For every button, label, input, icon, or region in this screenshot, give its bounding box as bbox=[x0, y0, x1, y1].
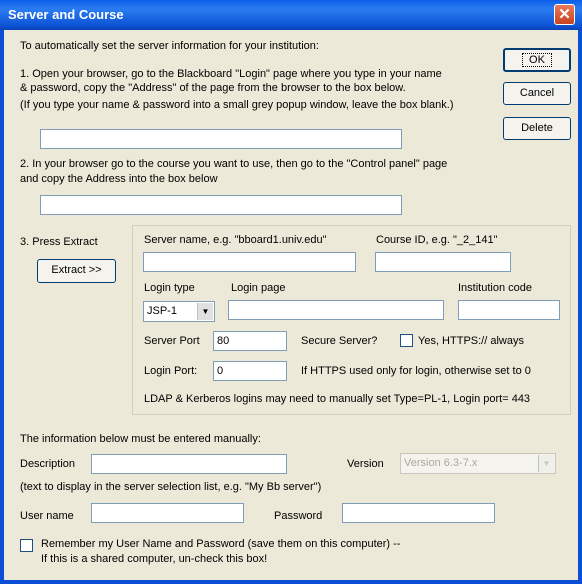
login-type-value: JSP-1 bbox=[147, 305, 177, 317]
login-page-label: Login page bbox=[231, 282, 286, 294]
https-checkbox[interactable] bbox=[400, 334, 413, 347]
window-frame-left bbox=[0, 30, 4, 584]
description-label: Description bbox=[20, 458, 76, 470]
login-port-input[interactable] bbox=[213, 361, 287, 381]
ldap-note: LDAP & Kerberos logins may need to manua… bbox=[144, 393, 531, 405]
remember-checkbox[interactable] bbox=[20, 539, 33, 552]
version-select[interactable]: Version 6.3-7.x ▼ bbox=[400, 453, 556, 474]
ok-label: OK bbox=[522, 53, 552, 67]
extract-label: Extract >> bbox=[51, 264, 102, 276]
server-port-label: Server Port bbox=[144, 335, 200, 347]
institution-code-input[interactable] bbox=[458, 300, 560, 320]
description-hint: (text to display in the server selection… bbox=[20, 481, 322, 493]
description-input[interactable] bbox=[91, 454, 287, 474]
step2-line2: and copy the Address into the box below bbox=[20, 173, 218, 185]
step1-line1: 1. Open your browser, go to the Blackboa… bbox=[20, 68, 442, 80]
https-checkbox-label[interactable]: Yes, HTTPS:// always bbox=[418, 335, 524, 347]
window-frame-bottom bbox=[0, 580, 582, 584]
ok-button[interactable]: OK bbox=[503, 48, 571, 72]
password-label: Password bbox=[274, 510, 323, 522]
course-id-input[interactable] bbox=[375, 252, 511, 272]
close-button[interactable]: ✕ bbox=[554, 4, 575, 25]
username-input[interactable] bbox=[91, 503, 244, 523]
server-port-input[interactable] bbox=[213, 331, 287, 351]
step3-label: 3. Press Extract bbox=[20, 236, 98, 248]
cancel-button[interactable]: Cancel bbox=[503, 82, 571, 105]
password-input[interactable] bbox=[342, 503, 495, 523]
login-page-input[interactable] bbox=[228, 300, 444, 320]
course-id-label: Course ID, e.g. "_2_141" bbox=[376, 234, 498, 246]
close-icon: ✕ bbox=[558, 6, 571, 23]
extract-button[interactable]: Extract >> bbox=[37, 259, 116, 283]
login-port-label: Login Port: bbox=[144, 365, 198, 377]
window-frame-right bbox=[578, 30, 582, 584]
remember-line2: If this is a shared computer, un-check t… bbox=[41, 553, 268, 565]
username-label: User name bbox=[20, 510, 74, 522]
version-value: Version 6.3-7.x bbox=[404, 457, 478, 469]
server-name-label: Server name, e.g. "bboard1.univ.edu" bbox=[144, 234, 327, 246]
delete-label: Delete bbox=[521, 122, 553, 134]
delete-button[interactable]: Delete bbox=[503, 117, 571, 140]
step2-line1: 2. In your browser go to the course you … bbox=[20, 158, 448, 170]
manual-heading: The information below must be entered ma… bbox=[20, 433, 261, 445]
login-type-label: Login type bbox=[144, 282, 195, 294]
secure-server-label: Secure Server? bbox=[301, 335, 378, 347]
login-address-input[interactable] bbox=[40, 129, 402, 149]
login-type-select[interactable]: JSP-1 ▼ bbox=[143, 301, 215, 322]
window-title: Server and Course bbox=[8, 7, 124, 22]
chevron-down-icon[interactable]: ▼ bbox=[197, 303, 213, 320]
chevron-down-icon[interactable]: ▼ bbox=[538, 455, 554, 472]
version-label: Version bbox=[347, 458, 384, 470]
title-bar[interactable]: Server and Course ✕ bbox=[0, 0, 582, 30]
login-port-note: If HTTPS used only for login, otherwise … bbox=[301, 365, 531, 377]
cancel-label: Cancel bbox=[519, 87, 555, 99]
institution-code-label: Institution code bbox=[458, 282, 532, 294]
control-panel-address-input[interactable] bbox=[40, 195, 402, 215]
remember-line1[interactable]: Remember my User Name and Password (save… bbox=[41, 538, 400, 550]
step1-line3: (If you type your name & password into a… bbox=[20, 99, 454, 111]
step1-line2: & password, copy the "Address" of the pa… bbox=[20, 82, 406, 94]
intro-text: To automatically set the server informat… bbox=[20, 40, 319, 52]
server-name-input[interactable] bbox=[143, 252, 356, 272]
